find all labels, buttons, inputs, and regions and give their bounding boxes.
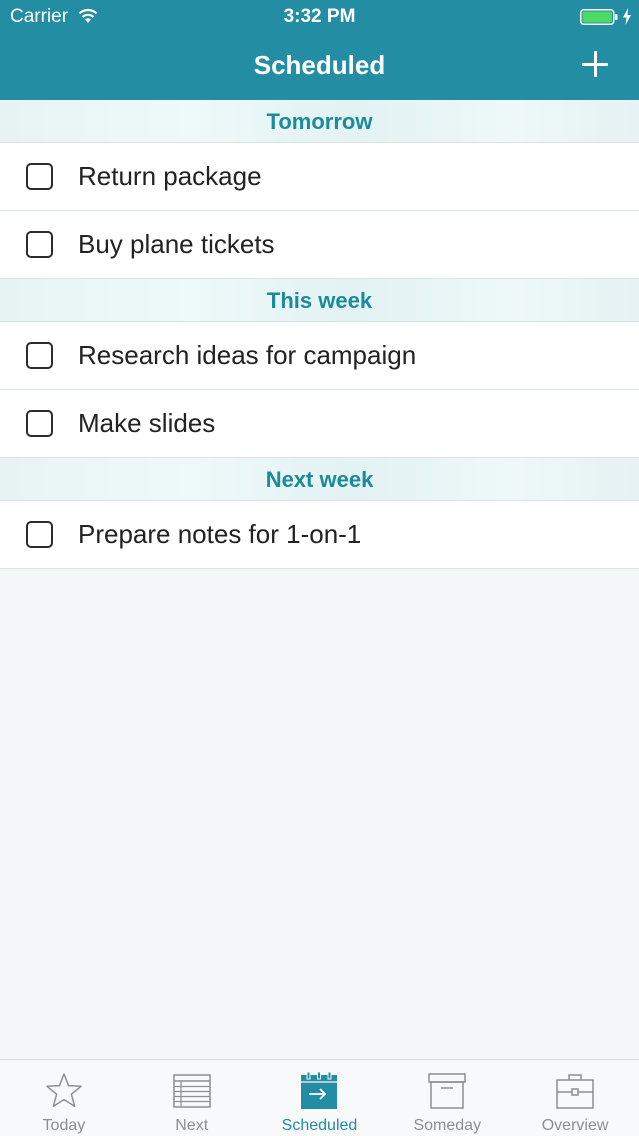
list-icon [172,1074,211,1108]
star-icon [46,1073,82,1108]
task-checkbox[interactable] [26,231,53,258]
task-checkbox[interactable] [26,163,53,190]
tab-label: Someday [413,1117,482,1134]
tab-label: Next [175,1117,209,1134]
task-label: Make slides [78,408,216,438]
task-row[interactable]: Return package [0,143,639,211]
tab-label: Overview [541,1117,609,1134]
charging-bolt-icon [623,8,631,25]
tab-bar: Today Next Scheduled Someday Overview [0,1059,639,1136]
calendar-icon [301,1071,338,1109]
tab-scheduled[interactable]: Scheduled [256,1060,384,1136]
add-task-button[interactable] [575,44,615,84]
page-title: Scheduled [253,50,386,80]
task-row[interactable]: Prepare notes for 1-on-1 [0,501,639,569]
task-label: Return package [78,161,262,191]
nav-bar: Carrier 3:32 PM Scheduled [0,0,639,100]
battery-icon [580,9,618,25]
task-row[interactable]: Make slides [0,390,639,458]
tab-label: Scheduled [281,1117,358,1134]
tab-someday[interactable]: Someday [383,1060,511,1136]
task-label: Prepare notes for 1-on-1 [78,519,362,549]
tab-label: Today [42,1117,86,1134]
section-header-this-week: This week [0,279,639,322]
archive-box-icon [428,1073,467,1109]
status-time: 3:32 PM [283,6,356,27]
task-row[interactable]: Buy plane tickets [0,211,639,279]
task-label: Research ideas for campaign [78,340,417,370]
section-header-tomorrow: Tomorrow [0,100,639,143]
scheduled-list: Tomorrow Return package Buy plane ticket… [0,100,639,569]
tab-overview[interactable]: Overview [511,1060,639,1136]
task-checkbox[interactable] [26,521,53,548]
tab-next[interactable]: Next [128,1060,256,1136]
task-checkbox[interactable] [26,410,53,437]
task-row[interactable]: Research ideas for campaign [0,322,639,390]
tab-today[interactable]: Today [0,1060,128,1136]
status-bar: Carrier 3:32 PM [0,0,639,34]
briefcase-icon [556,1074,594,1109]
task-label: Buy plane tickets [78,229,275,259]
section-header-next-week: Next week [0,458,639,501]
task-checkbox[interactable] [26,342,53,369]
